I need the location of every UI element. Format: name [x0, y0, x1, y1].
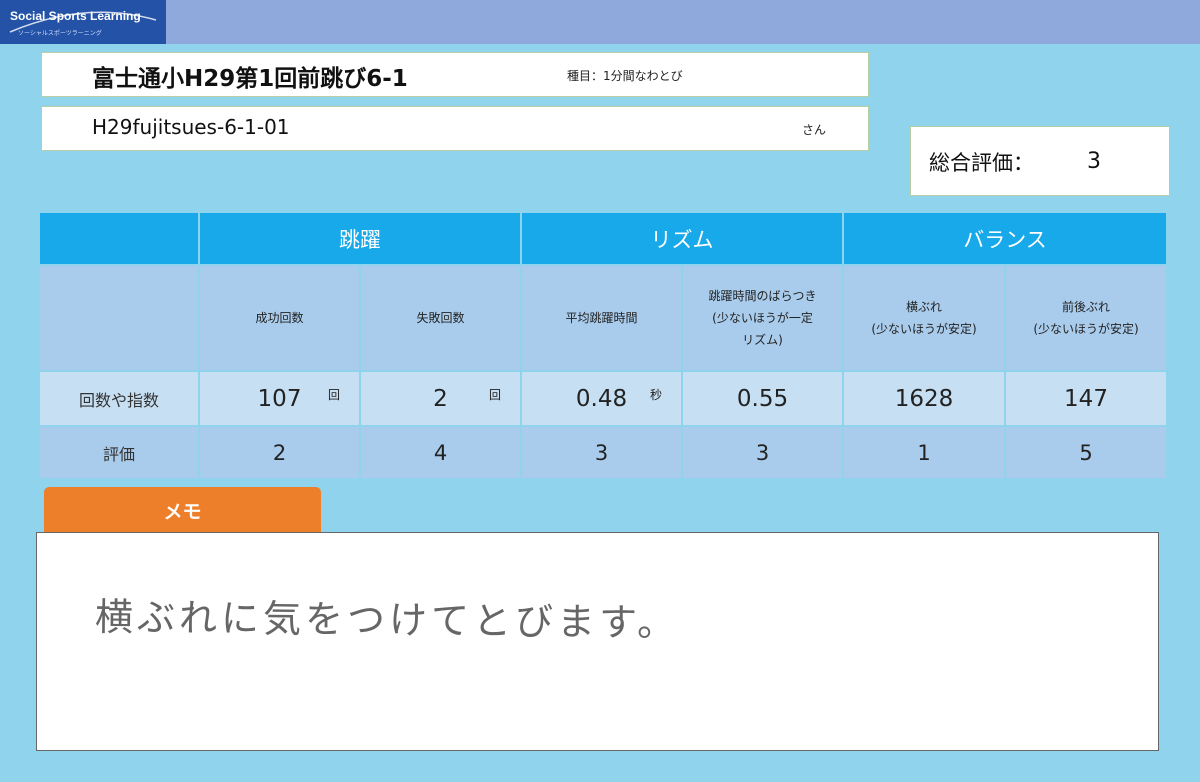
table-cell-count: 0.48 秒 [522, 372, 681, 425]
title-panel: 富士通小H29第1回前跳び6-1 種目：1分間なわとび [41, 52, 869, 97]
count-value: 1628 [894, 385, 954, 412]
event-label: 種目：1分間なわとび [567, 69, 683, 83]
memo-area[interactable]: 横ぶれに気をつけてとびます。 [36, 532, 1159, 751]
user-honorific: さん [802, 123, 827, 137]
memo-handwritten-text: 横ぶれに気をつけてとびます。 [94, 594, 680, 646]
column-header-label: 失敗回数 [416, 311, 465, 325]
group-header-balance: バランス [844, 213, 1166, 264]
column-header: 跳躍時間のばらつき (少ないほうが一定 リズム) [683, 266, 842, 370]
group-header-rhythm: リズム [522, 213, 842, 264]
user-panel: H29fujitsues-6-1-01 さん [41, 106, 869, 151]
column-header-label: 平均跳躍時間 [565, 311, 638, 325]
brand-subtitle: ソーシャルスポーツラーニング [18, 30, 102, 37]
count-value: 147 [1064, 385, 1108, 412]
table-cell-count: 1628 [844, 372, 1004, 425]
evaluation-table: 跳躍 リズム バランス 成功回数 失敗回数 平均跳躍時間 跳躍時間のばらつき (… [40, 213, 1166, 478]
column-header-label: 成功回数 [255, 311, 304, 325]
overall-rating-panel: 総合評価： 3 [910, 126, 1170, 196]
table-cell-count: 107 回 [200, 372, 359, 425]
brand-logo: Social Sports Learning ソーシャルスポーツラーニング [0, 0, 166, 44]
table-cell-rating: 5 [1006, 427, 1166, 478]
row-label-count: 回数や指数 [40, 372, 198, 425]
group-header-jump: 跳躍 [200, 213, 520, 264]
count-unit: 回 [328, 388, 341, 402]
overall-rating-label: 総合評価： [929, 151, 1034, 175]
table-cell-rating: 3 [683, 427, 842, 478]
column-header-label: 前後ぶれ (少ないほうが安定) [1033, 300, 1139, 336]
count-value: 2 [433, 385, 448, 412]
table-cell-rating: 2 [200, 427, 359, 478]
column-header-label: 横ぶれ (少ないほうが安定) [871, 300, 977, 336]
brand-name: Social Sports Learning [10, 9, 141, 23]
subheader-corner [40, 266, 198, 370]
top-bar [0, 0, 1200, 44]
count-value: 0.48 [575, 385, 628, 412]
count-value: 107 [257, 385, 302, 412]
count-unit: 秒 [650, 388, 663, 402]
table-cell-rating: 3 [522, 427, 681, 478]
memo-tab[interactable]: メモ [44, 487, 321, 533]
column-header: 横ぶれ (少ないほうが安定) [844, 266, 1004, 370]
memo-tab-label: メモ [163, 500, 202, 523]
count-unit: 回 [489, 388, 502, 402]
column-header: 平均跳躍時間 [522, 266, 681, 370]
count-value: 0.55 [736, 385, 789, 412]
table-cell-count: 0.55 [683, 372, 842, 425]
table-cell-rating: 1 [844, 427, 1004, 478]
column-header-label: 跳躍時間のばらつき (少ないほうが一定 リズム) [708, 289, 817, 347]
table-cell-count: 2 回 [361, 372, 520, 425]
overall-rating-value: 3 [1087, 149, 1101, 174]
row-label-rating: 評価 [40, 427, 198, 478]
column-header: 失敗回数 [361, 266, 520, 370]
column-header: 成功回数 [200, 266, 359, 370]
table-corner [40, 213, 198, 264]
column-header: 前後ぶれ (少ないほうが安定) [1006, 266, 1166, 370]
page-title: 富士通小H29第1回前跳び6-1 [92, 66, 408, 92]
user-id: H29fujitsues-6-1-01 [92, 115, 290, 139]
table-cell-count: 147 [1006, 372, 1166, 425]
table-cell-rating: 4 [361, 427, 520, 478]
